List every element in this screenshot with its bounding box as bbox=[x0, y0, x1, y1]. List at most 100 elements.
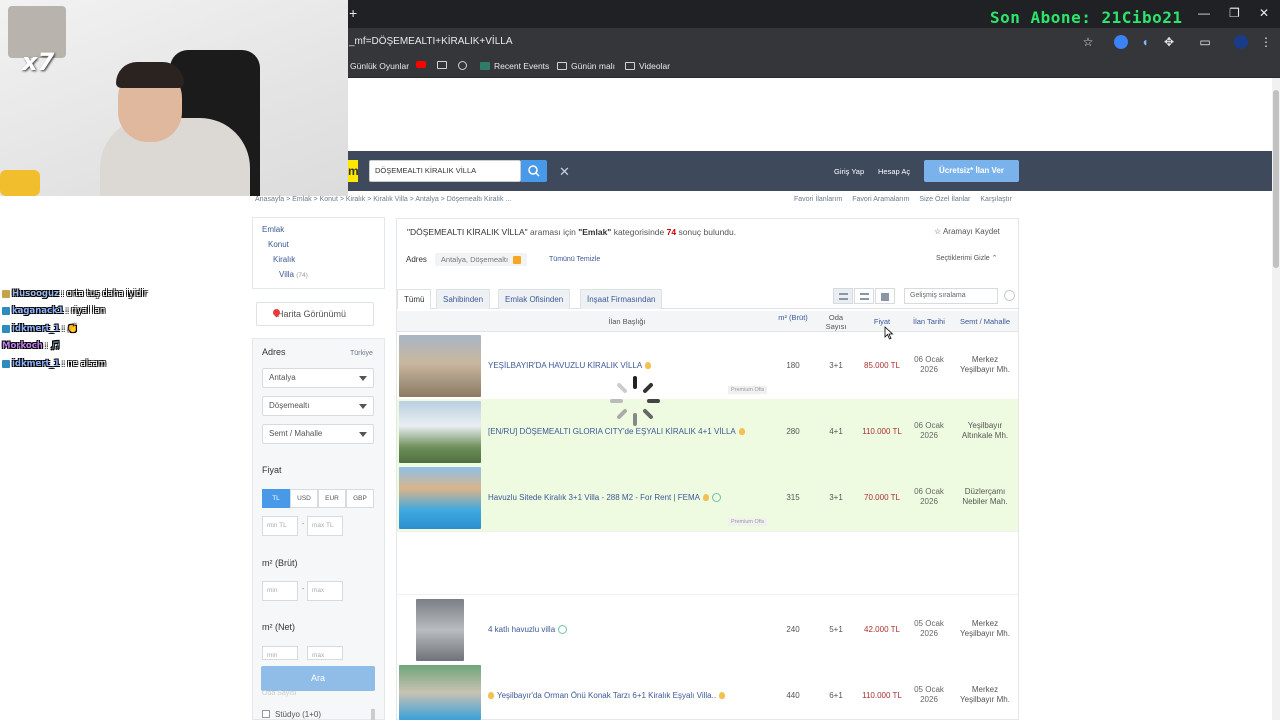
sidepanel-icon[interactable]: ▭ bbox=[1198, 35, 1212, 49]
new-tab-button[interactable]: + bbox=[349, 5, 357, 21]
url-field[interactable]: _mf=DÖŞEMEALTI+KİRALIK+VİLLA bbox=[349, 36, 513, 47]
clear-all-link[interactable]: Tümünü Temizle bbox=[549, 256, 600, 263]
table-row[interactable]: YEŞİLBAYIR'DA HAVUZLU KİRALIK VİLLA Prem… bbox=[397, 333, 1018, 399]
scrollbar-thumb[interactable] bbox=[1273, 90, 1279, 268]
col-m2[interactable]: m² (Brüt) bbox=[778, 313, 808, 322]
clear-search-icon[interactable]: ✕ bbox=[559, 164, 570, 180]
date-day: 06 Ocak bbox=[914, 421, 944, 430]
compare-link[interactable]: Karşılaştır bbox=[980, 196, 1012, 203]
category-emlak[interactable]: Emlak bbox=[262, 225, 284, 234]
min-m2-brut-input[interactable]: min bbox=[262, 581, 298, 601]
listing-title[interactable]: Yeşilbayır'da Orman Önü Konak Tarzı 6+1 … bbox=[488, 691, 726, 700]
currency-usd[interactable]: USD bbox=[290, 489, 318, 508]
minimize-icon[interactable]: — bbox=[1198, 6, 1210, 20]
currency-eur[interactable]: EUR bbox=[318, 489, 346, 508]
bookmark-videolar[interactable]: Videolar bbox=[625, 61, 670, 71]
table-row[interactable]: 4 katlı havuzlu villa 240 5+1 42.000 TL … bbox=[397, 597, 1018, 663]
close-window-icon[interactable]: ✕ bbox=[1259, 6, 1269, 20]
summary-category: "Emlak" bbox=[578, 227, 612, 237]
city-select[interactable]: Antalya bbox=[262, 368, 374, 388]
price-filter-label: Fiyat bbox=[262, 465, 282, 475]
table-row[interactable]: Havuzlu Sitede Kiralık 3+1 Villa - 288 M… bbox=[397, 465, 1018, 531]
location-line: Yeşilbayır bbox=[967, 421, 1003, 430]
tab-agency[interactable]: Emlak Ofisinden bbox=[498, 289, 571, 309]
listing-thumbnail[interactable] bbox=[399, 665, 481, 720]
remove-filter-icon[interactable] bbox=[513, 255, 522, 264]
favorite-searches-link[interactable]: Favori Aramalarım bbox=[852, 196, 909, 203]
col-rooms[interactable]: Oda Sayısı bbox=[819, 313, 853, 331]
location-line: Yeşilbayır Mh. bbox=[960, 695, 1010, 704]
listing-thumbnail[interactable] bbox=[399, 467, 481, 529]
register-link[interactable]: Hesap Aç bbox=[878, 167, 910, 176]
star-icon[interactable]: ☆ bbox=[1081, 35, 1095, 49]
site-logo[interactable]: m bbox=[348, 160, 359, 182]
currency-gbp[interactable]: GBP bbox=[346, 489, 374, 508]
special-listings-link[interactable]: Size Özel İlanlar bbox=[919, 196, 970, 203]
post-ad-button[interactable]: Ücretsiz* İlan Ver bbox=[924, 160, 1019, 182]
district-select[interactable]: Döşemealtı bbox=[262, 396, 374, 416]
hide-selected-toggle[interactable]: Seçtiklerimi Gizle ⌃ bbox=[936, 254, 998, 262]
col-date[interactable]: İlan Tarihi bbox=[908, 317, 950, 326]
listing-date: 06 Ocak 2026 bbox=[908, 355, 950, 375]
bookmark-gunluk-oyunlar[interactable]: Günlük Oyunlar bbox=[350, 61, 409, 71]
badge-icon bbox=[2, 324, 10, 333]
save-search-link[interactable]: ☆ Aramayı Kaydet bbox=[934, 227, 1000, 236]
listing-title[interactable]: 4 katlı havuzlu villa bbox=[488, 625, 568, 634]
max-price-input[interactable]: max TL bbox=[307, 516, 343, 536]
search-button[interactable] bbox=[521, 160, 547, 182]
compact-view-icon[interactable] bbox=[854, 288, 874, 304]
tab-owner[interactable]: Sahibinden bbox=[436, 289, 491, 309]
breadcrumb[interactable]: Anasayfa > Emlak > Konut > Kiralık > Kir… bbox=[255, 196, 511, 203]
bookmark-gunun-mali[interactable]: Günün malı bbox=[557, 61, 615, 71]
tab-construction[interactable]: İnşaat Firmasından bbox=[580, 289, 663, 309]
login-link[interactable]: Giriş Yap bbox=[834, 167, 864, 176]
listing-m2: 240 bbox=[786, 625, 800, 634]
currency-tl[interactable]: TL bbox=[262, 489, 290, 508]
listing-thumbnail[interactable] bbox=[399, 335, 481, 397]
max-m2-net-input[interactable]: max bbox=[307, 646, 343, 660]
maximize-icon[interactable]: ❐ bbox=[1229, 6, 1240, 20]
max-m2-brut-input[interactable]: max bbox=[307, 581, 343, 601]
globe-bookmark-icon[interactable] bbox=[458, 61, 467, 70]
table-row[interactable]: [EN/RU] DÖŞEMEALTI GLORIA CITY'de EŞYALI… bbox=[397, 399, 1018, 465]
category-villa[interactable]: Villa (74) bbox=[279, 270, 308, 279]
search-filter-button[interactable]: Ara bbox=[261, 666, 375, 691]
neighborhood-select[interactable]: Semt / Mahalle bbox=[262, 424, 374, 444]
site-search-input[interactable]: DÖŞEMEALTI KİRALIK VİLLA bbox=[369, 160, 521, 182]
category-kiralik[interactable]: Kiralık bbox=[273, 255, 295, 264]
loading-spinner-icon bbox=[610, 376, 660, 426]
extension-icon[interactable] bbox=[1114, 35, 1128, 49]
table-row[interactable]: Yeşilbayır'da Orman Önü Konak Tarzı 6+1 … bbox=[397, 663, 1018, 720]
tab-all[interactable]: Tümü bbox=[397, 289, 432, 309]
sort-select[interactable]: Gelişmiş sıralama bbox=[904, 288, 998, 304]
listing-title[interactable]: [EN/RU] DÖŞEMEALTI GLORIA CITY'de EŞYALI… bbox=[488, 427, 745, 436]
listing-title[interactable]: Havuzlu Sitede Kiralık 3+1 Villa - 288 M… bbox=[488, 493, 722, 502]
listing-thumbnail[interactable] bbox=[399, 401, 481, 463]
address-filter-chip[interactable]: Antalya, Döşemealtı bbox=[434, 253, 528, 266]
location-line: Merkez bbox=[971, 619, 999, 628]
grid-view-icon[interactable] bbox=[875, 288, 895, 304]
menu-icon[interactable]: ⋮ bbox=[1259, 35, 1273, 49]
col-price[interactable]: Fiyat bbox=[863, 317, 901, 326]
bookmark-recent-events[interactable]: Recent Events bbox=[480, 61, 549, 71]
studio-checkbox[interactable] bbox=[262, 710, 270, 718]
listing-title[interactable]: YEŞİLBAYIR'DA HAVUZLU KİRALIK VİLLA bbox=[488, 361, 652, 370]
favorite-listings-link[interactable]: Favori İlanlarım bbox=[794, 196, 842, 203]
read-aloud-icon[interactable]: ◖ bbox=[1138, 35, 1152, 49]
listing-thumbnail[interactable] bbox=[416, 599, 464, 661]
country-link[interactable]: Türkiye bbox=[350, 350, 373, 357]
min-m2-net-input[interactable]: min bbox=[262, 646, 298, 660]
photo-bookmark-icon[interactable] bbox=[437, 61, 447, 69]
puzzle-icon[interactable]: ✥ bbox=[1162, 35, 1176, 49]
info-icon[interactable] bbox=[1004, 290, 1015, 301]
min-price-input[interactable]: min TL bbox=[262, 516, 298, 536]
category-count: (74) bbox=[296, 272, 308, 279]
list-view-icon[interactable] bbox=[833, 288, 853, 304]
col-location[interactable]: Semt / Mahalle bbox=[953, 317, 1017, 326]
category-konut[interactable]: Konut bbox=[268, 240, 289, 249]
filter-scrollbar[interactable] bbox=[371, 709, 375, 720]
profile-avatar[interactable] bbox=[1234, 35, 1248, 49]
youtube-icon[interactable] bbox=[416, 61, 426, 68]
listing-rooms: 6+1 bbox=[829, 691, 843, 700]
date-day: 05 Ocak bbox=[914, 619, 944, 628]
